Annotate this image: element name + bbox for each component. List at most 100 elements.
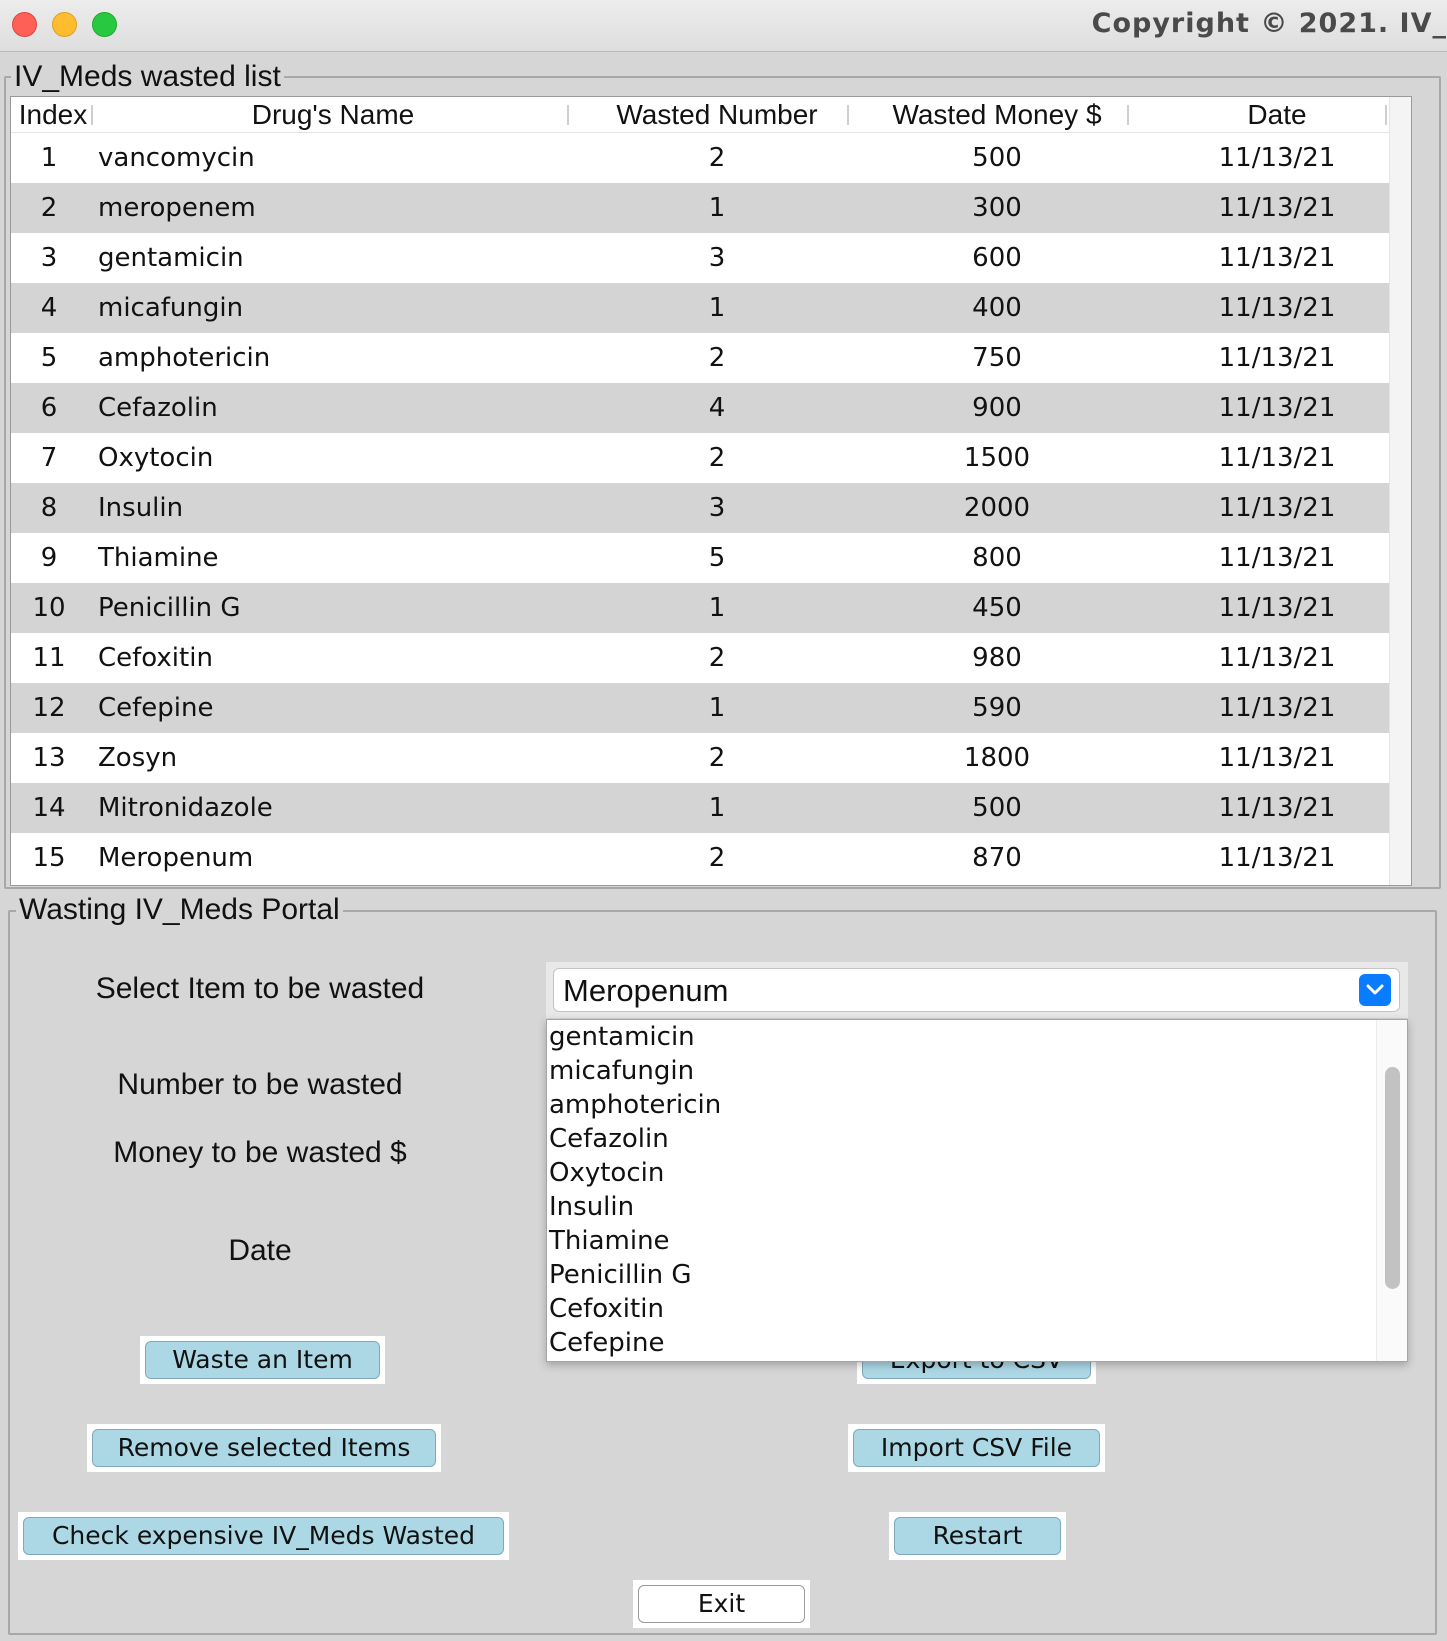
table-row[interactable]: 1 vancomycin 2 500 11/13/21	[11, 133, 1411, 183]
cell-drug-name: Penicillin G	[98, 593, 241, 623]
cell-drug-name: Cefoxitin	[98, 643, 213, 673]
column-header-drug-name[interactable]: Drug's Name	[93, 97, 573, 133]
cell-wasted-number: 2	[708, 143, 726, 173]
dropdown-option[interactable]: Insulin	[549, 1190, 634, 1224]
table-row[interactable]: 15 Meropenum 2 870 11/13/21	[11, 833, 1411, 883]
table-row[interactable]: 10 Penicillin G 1 450 11/13/21	[11, 583, 1411, 633]
chevron-down-icon[interactable]	[1359, 974, 1391, 1006]
cell-wasted-money: 590	[972, 693, 1022, 723]
cell-drug-name: Cefepine	[98, 693, 214, 723]
cell-date: 11/13/21	[1218, 443, 1336, 473]
zoom-window-icon[interactable]	[92, 12, 117, 37]
minimize-window-icon[interactable]	[52, 12, 77, 37]
cell-index: 2	[40, 193, 58, 223]
cell-wasted-number: 1	[708, 593, 726, 623]
cell-wasted-money: 900	[972, 393, 1022, 423]
dropdown-scrollbar-thumb[interactable]	[1385, 1067, 1400, 1289]
cell-date: 11/13/21	[1218, 543, 1336, 573]
dropdown-option[interactable]: gentamicin	[549, 1020, 695, 1054]
combobox-dropdown-list[interactable]: gentamicin micafungin amphotericin Cefazoli…	[546, 1019, 1408, 1362]
cell-drug-name: Oxytocin	[98, 443, 214, 473]
cell-wasted-number: 1	[708, 193, 726, 223]
cell-index: 4	[40, 293, 58, 323]
cell-wasted-number: 3	[708, 243, 726, 273]
cell-drug-name: Insulin	[98, 493, 184, 523]
restart-button[interactable]: Restart	[894, 1517, 1061, 1555]
cell-wasted-number: 2	[708, 843, 726, 873]
select-item-label: Select Item to be wasted	[95, 972, 425, 1005]
cell-drug-name: vancomycin	[98, 143, 255, 173]
dropdown-option[interactable]: Oxytocin	[549, 1156, 664, 1190]
combobox-value: Meropenum	[563, 973, 729, 1008]
cell-drug-name: meropenem	[98, 193, 256, 223]
table-row[interactable]: 6 Cefazolin 4 900 11/13/21	[11, 383, 1411, 433]
cell-wasted-number: 4	[708, 393, 726, 423]
cell-date: 11/13/21	[1218, 343, 1336, 373]
cell-index: 6	[40, 393, 58, 423]
cell-wasted-money: 1500	[963, 443, 1031, 473]
table-row[interactable]: 14 Mitronidazole 1 500 11/13/21	[11, 783, 1411, 833]
dropdown-scrollbar[interactable]	[1376, 1020, 1407, 1361]
table-row[interactable]: 4 micafungin 1 400 11/13/21	[11, 283, 1411, 333]
select-item-combobox[interactable]: Meropenum	[553, 968, 1400, 1012]
cell-wasted-money: 600	[972, 243, 1022, 273]
cell-index: 3	[40, 243, 58, 273]
cell-wasted-money: 870	[972, 843, 1022, 873]
cell-wasted-money: 2000	[963, 493, 1031, 523]
cell-wasted-number: 2	[708, 643, 726, 673]
cell-index: 13	[32, 743, 66, 773]
cell-date: 11/13/21	[1218, 293, 1336, 323]
cell-wasted-money: 750	[972, 343, 1022, 373]
cell-drug-name: Zosyn	[98, 743, 178, 773]
cell-date: 11/13/21	[1218, 743, 1336, 773]
table-row[interactable]: 11 Cefoxitin 2 980 11/13/21	[11, 633, 1411, 683]
dropdown-option[interactable]: micafungin	[549, 1054, 694, 1088]
table-row[interactable]: 7 Oxytocin 2 1500 11/13/21	[11, 433, 1411, 483]
close-window-icon[interactable]	[12, 12, 37, 37]
cell-wasted-money: 800	[972, 543, 1022, 573]
table-row[interactable]: 5 amphotericin 2 750 11/13/21	[11, 333, 1411, 383]
column-header-wasted-number[interactable]: Wasted Number	[577, 97, 857, 133]
dropdown-option[interactable]: Cefazolin	[549, 1122, 669, 1156]
dropdown-option[interactable]: Cefoxitin	[549, 1292, 664, 1326]
table-row[interactable]: 8 Insulin 3 2000 11/13/21	[11, 483, 1411, 533]
table-row[interactable]: 3 gentamicin 3 600 11/13/21	[11, 233, 1411, 283]
table-row[interactable]: 2 meropenem 1 300 11/13/21	[11, 183, 1411, 233]
dropdown-option[interactable]: Penicillin G	[549, 1258, 692, 1292]
cell-wasted-number: 1	[708, 793, 726, 823]
cell-drug-name: Thiamine	[98, 543, 219, 573]
date-label: Date	[228, 1234, 292, 1267]
cell-index: 8	[40, 493, 58, 523]
waste-item-button[interactable]: Waste an Item	[145, 1341, 380, 1379]
dropdown-option[interactable]: Thiamine	[549, 1224, 670, 1258]
table-scrollbar[interactable]	[1389, 97, 1411, 885]
cell-date: 11/13/21	[1218, 643, 1336, 673]
cell-date: 11/13/21	[1218, 143, 1336, 173]
column-header-index[interactable]: Index	[13, 97, 93, 133]
cell-wasted-number: 1	[708, 693, 726, 723]
table-row[interactable]: 13 Zosyn 2 1800 11/13/21	[11, 733, 1411, 783]
cell-wasted-money: 500	[972, 143, 1022, 173]
cell-index: 12	[32, 693, 66, 723]
dropdown-option[interactable]: Cefepine	[549, 1326, 665, 1360]
table-row[interactable]: 9 Thiamine 5 800 11/13/21	[11, 533, 1411, 583]
cell-date: 11/13/21	[1218, 493, 1336, 523]
dropdown-option[interactable]: amphotericin	[549, 1088, 721, 1122]
cell-drug-name: micafungin	[98, 293, 244, 323]
remove-selected-button[interactable]: Remove selected Items	[92, 1429, 436, 1467]
window-title: Copyright © 2021. IV_	[1091, 8, 1447, 39]
table-row[interactable]: 12 Cefepine 1 590 11/13/21	[11, 683, 1411, 733]
exit-button[interactable]: Exit	[638, 1585, 805, 1623]
cell-wasted-number: 1	[708, 293, 726, 323]
cell-date: 11/13/21	[1218, 193, 1336, 223]
cell-index: 14	[32, 793, 66, 823]
import-csv-button[interactable]: Import CSV File	[853, 1429, 1100, 1467]
cell-wasted-money: 300	[972, 193, 1022, 223]
wasted-table[interactable]: Index Drug's Name Wasted Number Wasted M…	[10, 96, 1412, 886]
column-header-date[interactable]: Date	[1137, 97, 1411, 133]
check-expensive-button[interactable]: Check expensive IV_Meds Wasted	[23, 1517, 504, 1555]
table-header: Index Drug's Name Wasted Number Wasted M…	[11, 97, 1411, 133]
cell-wasted-number: 2	[708, 743, 726, 773]
number-label: Number to be wasted	[117, 1068, 403, 1101]
column-header-wasted-money[interactable]: Wasted Money $	[857, 97, 1137, 133]
